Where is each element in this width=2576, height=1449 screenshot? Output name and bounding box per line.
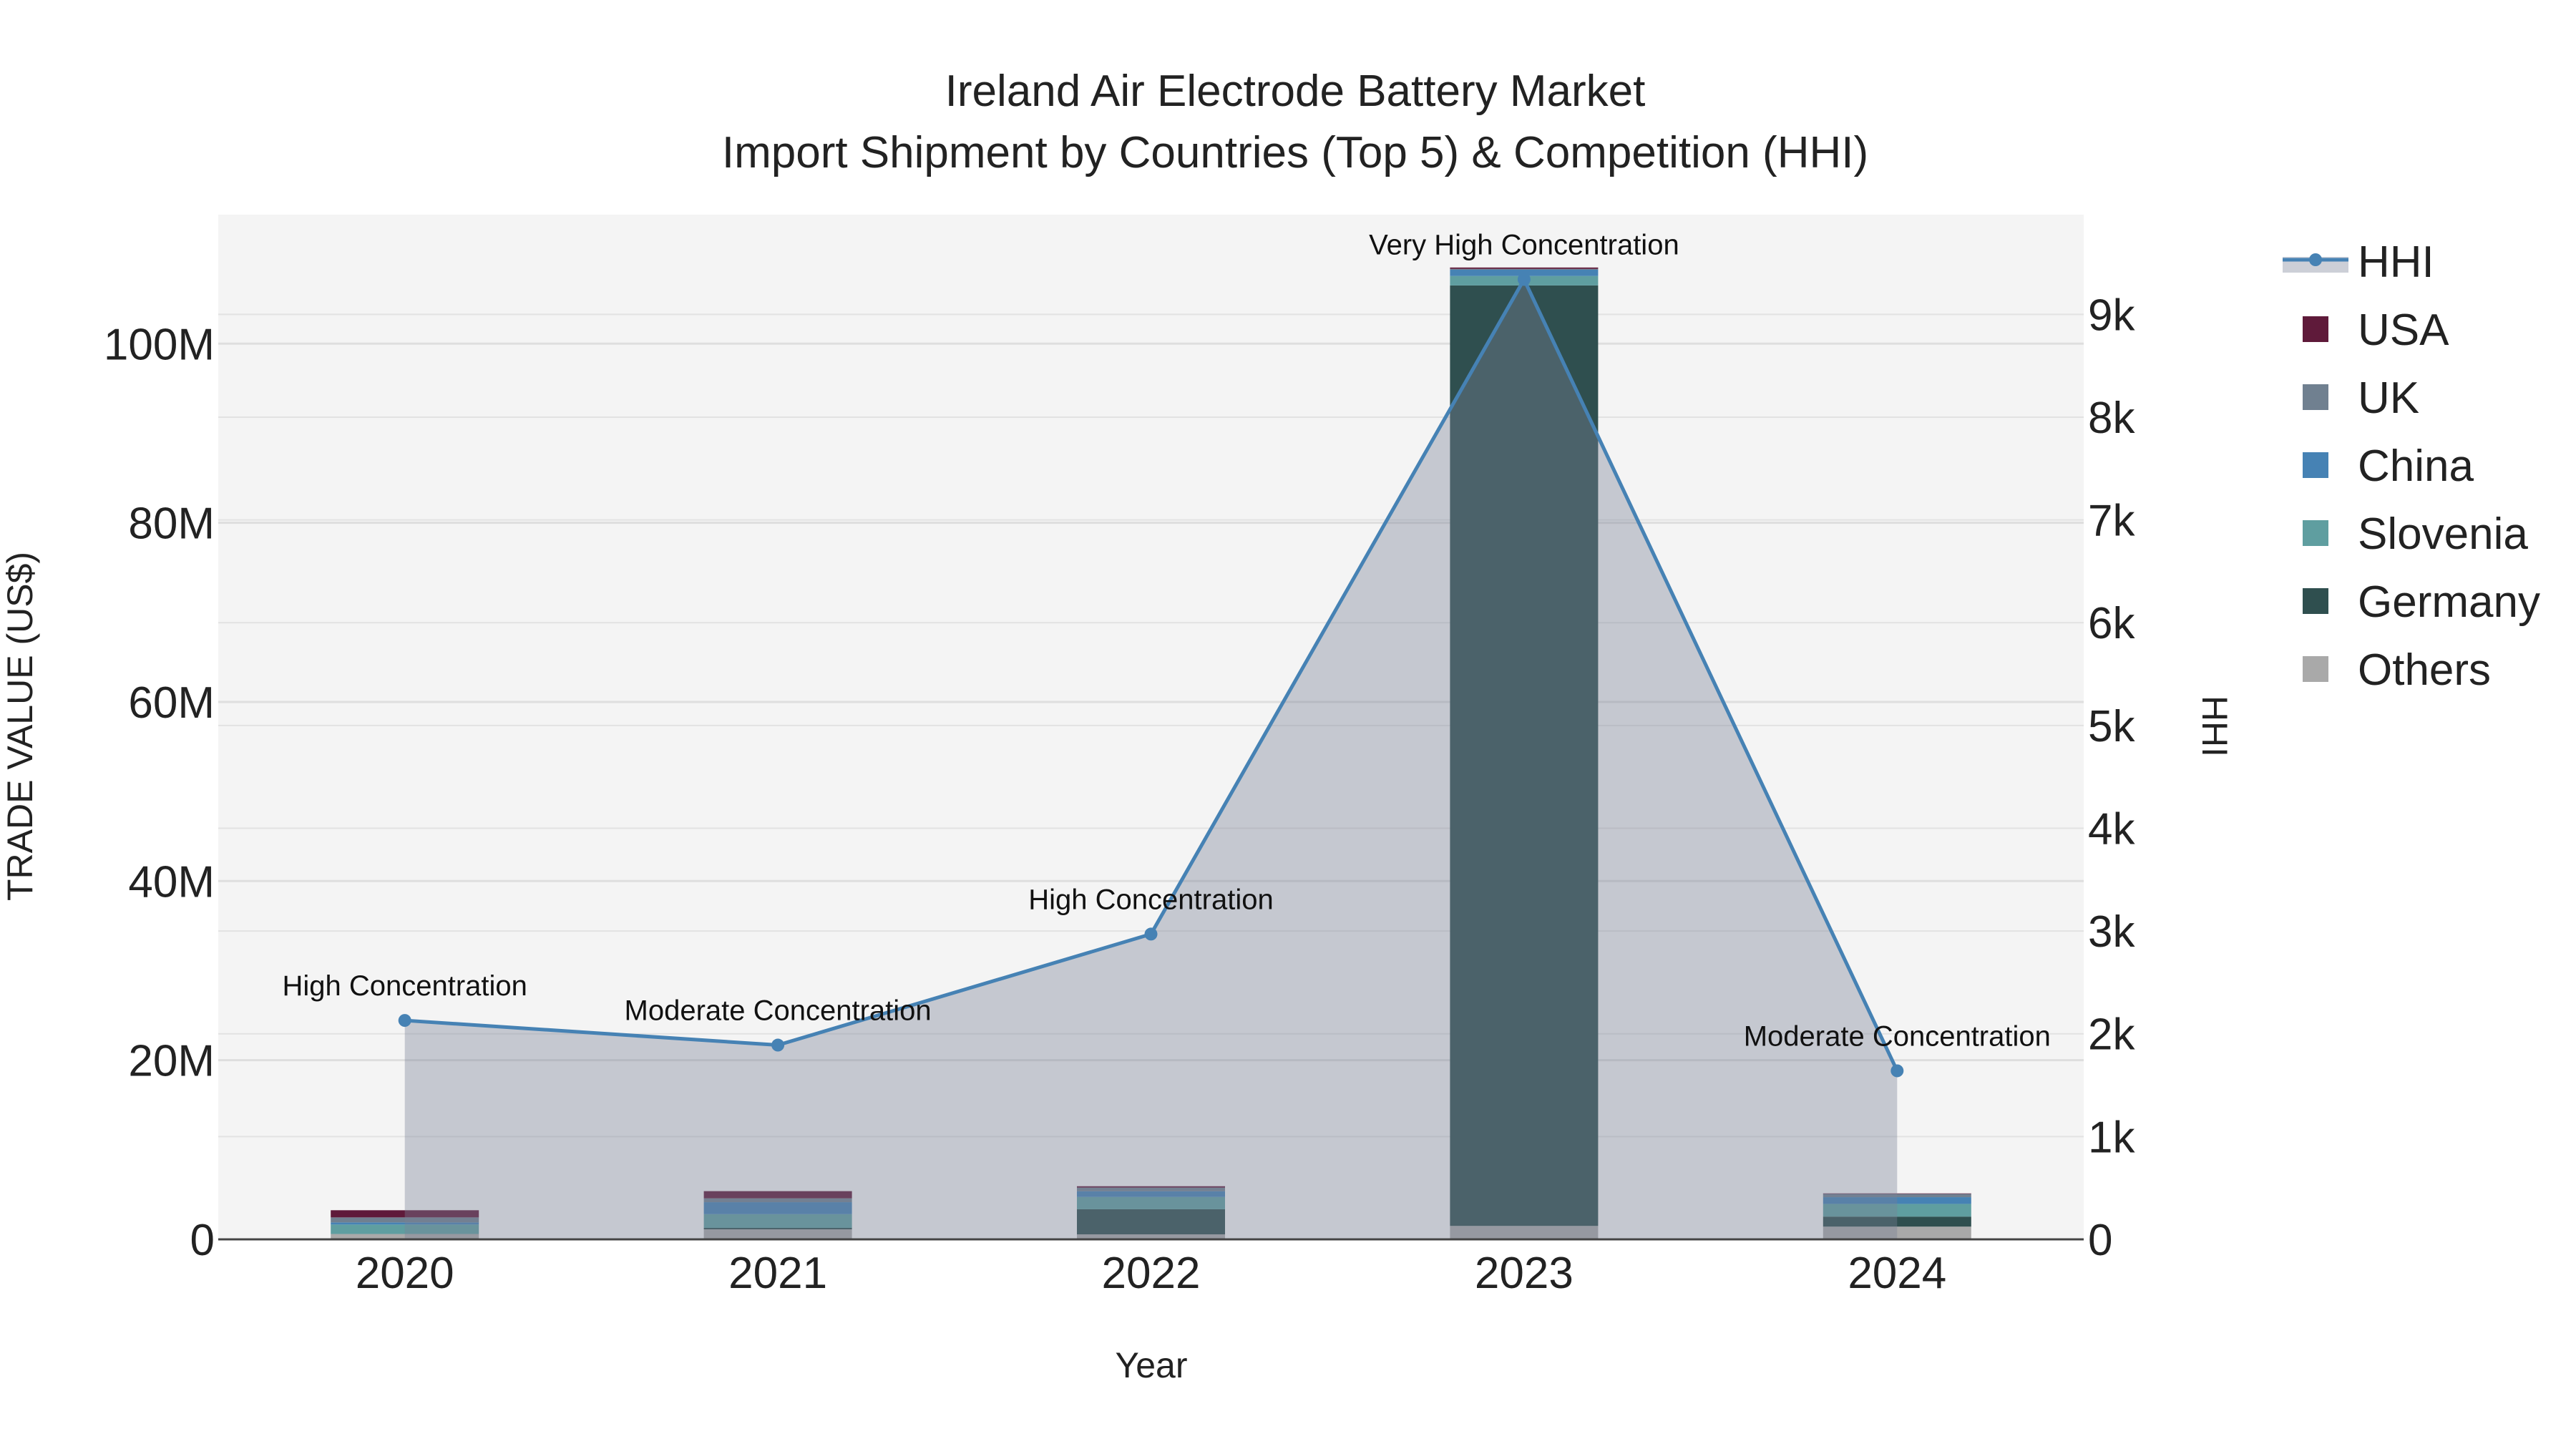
legend-label-slovenia: Slovenia [2358, 509, 2528, 559]
legend-label-germany: Germany [2358, 577, 2540, 627]
legend-swatch-slovenia [2303, 520, 2328, 546]
hhi-point-2020 [398, 1014, 411, 1028]
legend-swatch-others [2303, 656, 2328, 682]
y2-tick-label: 4k [2088, 804, 2135, 854]
x-tick-label: 2020 [356, 1249, 454, 1298]
bar-uk-2023 [1450, 268, 1599, 270]
y-tick-label: 40M [128, 857, 215, 907]
x-axis-title: Year [1115, 1345, 1187, 1385]
chart: Ireland Air Electrode Battery Market Imp… [0, 67, 2540, 1385]
hhi-point-2021 [771, 1038, 785, 1052]
hhi-point-2022 [1144, 927, 1158, 941]
x-tick-label: 2022 [1102, 1249, 1201, 1298]
y-axis-title: TRADE VALUE (US$) [0, 552, 40, 901]
legend-label-usa: USA [2358, 306, 2449, 355]
legend-swatch-hhi-marker [2309, 253, 2322, 266]
legend-label-hhi: HHI [2358, 238, 2434, 287]
legend-label-china: China [2358, 441, 2474, 491]
hhi-annotation: Very High Concentration [1369, 229, 1679, 260]
bar-usa-2023 [1450, 267, 1599, 269]
hhi-point-2023 [1517, 273, 1531, 286]
legend-swatch-usa [2303, 316, 2328, 342]
legend-swatch-uk [2303, 384, 2328, 410]
x-tick-label: 2021 [728, 1249, 827, 1298]
y2-tick-label: 7k [2088, 497, 2135, 546]
chart-subtitle: Import Shipment by Countries (Top 5) & C… [722, 128, 1868, 177]
legend-swatch-germany [2303, 588, 2328, 614]
x-tick-label: 2023 [1475, 1249, 1574, 1298]
y2-tick-label: 3k [2088, 907, 2135, 957]
y-tick-label: 20M [128, 1037, 215, 1086]
y2-tick-label: 2k [2088, 1010, 2135, 1060]
legend: HHI USA UK China Slovenia Germany Others [2283, 238, 2540, 695]
y-tick-label: 80M [128, 499, 215, 549]
y2-tick-label: 1k [2088, 1113, 2135, 1162]
chart-title: Ireland Air Electrode Battery Market [945, 67, 1646, 116]
y2-tick-label: 0 [2088, 1216, 2112, 1265]
hhi-annotation: High Concentration [282, 970, 527, 1002]
y-tick-label: 100M [104, 320, 215, 369]
hhi-annotation: Moderate Concentration [1744, 1020, 2051, 1052]
y-tick-label: 0 [190, 1216, 215, 1265]
y2-tick-label: 8k [2088, 394, 2135, 443]
hhi-point-2024 [1890, 1064, 1904, 1078]
legend-label-others: Others [2358, 645, 2491, 695]
hhi-annotation: High Concentration [1028, 884, 1273, 915]
y2-tick-label: 9k [2088, 291, 2135, 340]
hhi-annotation: Moderate Concentration [625, 995, 932, 1027]
legend-label-uk: UK [2358, 374, 2419, 423]
x-tick-label: 2024 [1848, 1249, 1946, 1298]
y2-tick-label: 6k [2088, 599, 2135, 648]
y-tick-label: 60M [128, 678, 215, 728]
y2-axis-title: HHI [2195, 696, 2235, 757]
legend-swatch-china [2303, 452, 2328, 478]
y2-tick-label: 5k [2088, 702, 2135, 751]
